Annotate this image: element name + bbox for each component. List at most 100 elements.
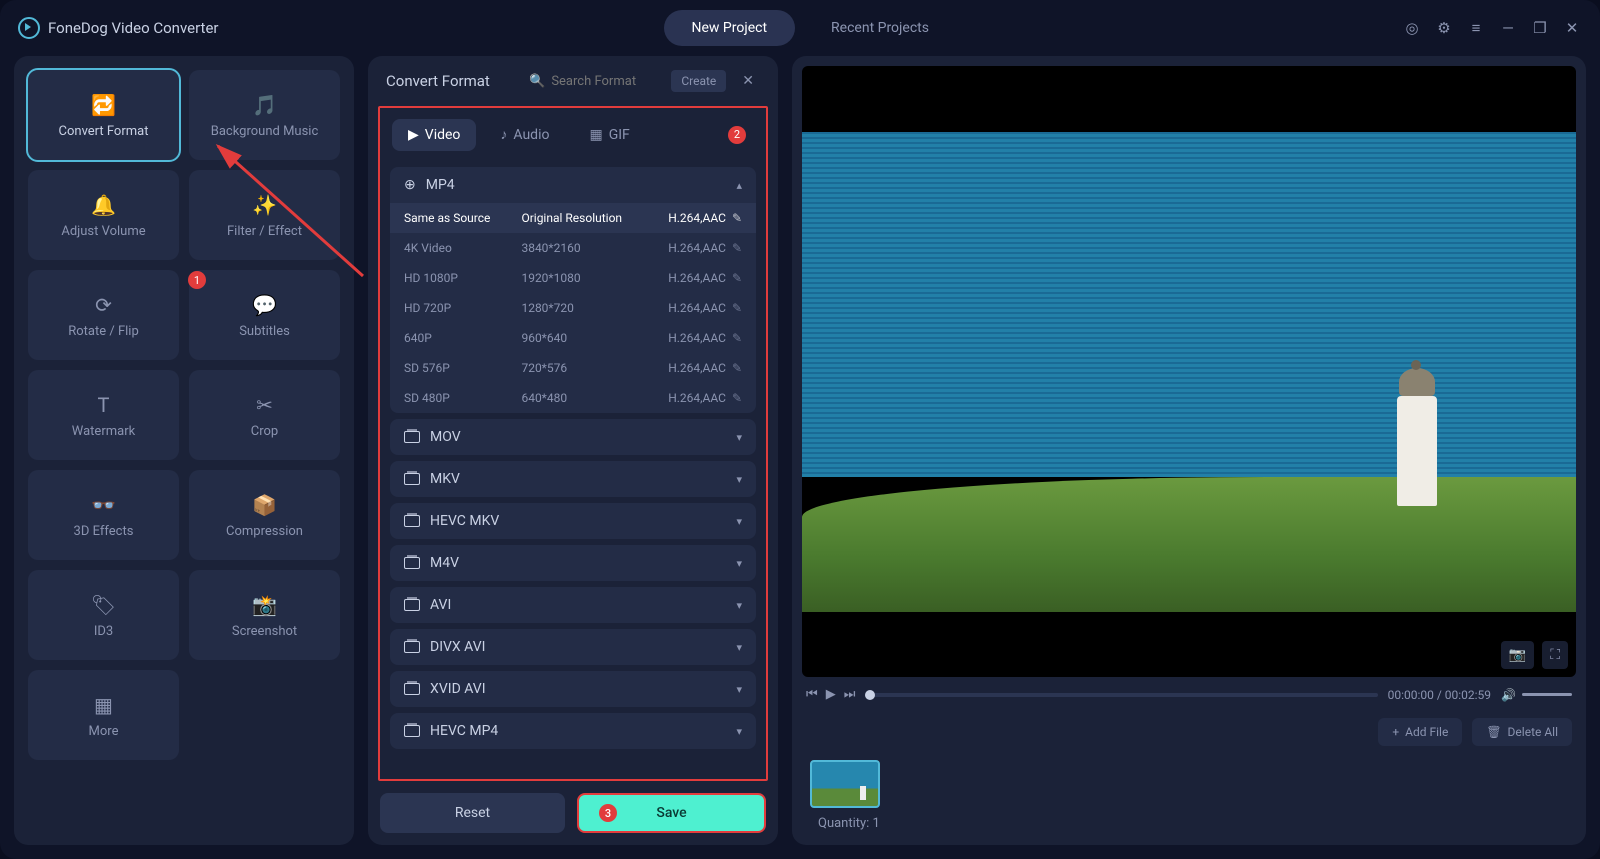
reset-button[interactable]: Reset — [380, 793, 565, 833]
video-preview[interactable]: 📷 ⛶ — [802, 66, 1576, 677]
delete-all-button[interactable]: 🗑Delete All — [1472, 718, 1572, 746]
tab-label: Audio — [513, 127, 549, 143]
format-header[interactable]: MOV▾ — [390, 419, 756, 455]
chevron-up-icon: ▴ — [736, 179, 742, 192]
tool-subtitles[interactable]: 💬Subtitles — [189, 270, 340, 360]
format-row[interactable]: SD 576P720*576H.264,AAC✎ — [390, 353, 756, 383]
format-row[interactable]: Same as SourceOriginal ResolutionH.264,A… — [390, 203, 756, 233]
volume-icon[interactable]: 🔊 — [1501, 688, 1516, 702]
account-icon[interactable]: ◎ — [1402, 19, 1422, 37]
format-header[interactable]: HEVC MP4▾ — [390, 713, 756, 749]
tool-id3[interactable]: 🏷ID3 — [28, 570, 179, 660]
tool-label: Compression — [226, 524, 303, 539]
prev-icon[interactable]: ⏮ — [806, 687, 818, 702]
save-button[interactable]: 3 Save — [577, 793, 766, 833]
film-icon — [404, 431, 420, 443]
format-header[interactable]: DIVX AVI ▾ — [390, 629, 756, 665]
tab-recent-projects[interactable]: Recent Projects — [803, 10, 957, 46]
format-row[interactable]: 640P960*640H.264,AAC✎ — [390, 323, 756, 353]
format-tab-audio[interactable]: ♪Audio — [484, 118, 565, 151]
film-icon — [404, 683, 420, 695]
snapshot-icon[interactable]: 📷 — [1501, 641, 1534, 669]
tool-filter-effect[interactable]: ✨Filter / Effect — [189, 170, 340, 260]
close-panel-icon[interactable]: ✕ — [736, 71, 760, 91]
edit-icon[interactable]: ✎ — [732, 301, 742, 315]
add-file-button[interactable]: +Add File — [1378, 718, 1462, 746]
tool-label: Screenshot — [232, 624, 297, 639]
format-name: MKV — [430, 471, 460, 487]
search-icon: 🔍 — [529, 74, 545, 89]
preset-name: 640P — [404, 331, 511, 345]
search-format[interactable]: 🔍 — [529, 74, 661, 89]
screenshot-icon: 📸 — [249, 592, 281, 618]
delete-all-label: Delete All — [1508, 725, 1558, 739]
edit-icon[interactable]: ✎ — [732, 271, 742, 285]
preset-name: HD 720P — [404, 301, 511, 315]
format-header[interactable]: HEVC MKV▾ — [390, 503, 756, 539]
gif-icon: ▦ — [589, 127, 602, 143]
minimize-icon[interactable]: — — [1498, 19, 1518, 37]
tool-crop[interactable]: ✂Crop — [189, 370, 340, 460]
edit-icon[interactable]: ✎ — [732, 331, 742, 345]
tool-background-music[interactable]: 🎵Background Music — [189, 70, 340, 160]
gear-icon[interactable]: ⚙ — [1434, 19, 1454, 37]
format-group: DIVX AVI ▾ — [390, 629, 756, 665]
tab-new-project[interactable]: New Project — [664, 10, 796, 46]
format-name: XVID AVI — [430, 681, 486, 697]
file-thumbnail[interactable] — [810, 760, 880, 808]
format-row[interactable]: 4K Video3840*2160H.264,AAC✎ — [390, 233, 756, 263]
tab-label: GIF — [609, 127, 630, 143]
preset-codec: H.264,AAC — [668, 391, 726, 405]
format-name: AVI — [430, 597, 451, 613]
id3-icon: 🏷 — [88, 592, 120, 618]
tool-convert-format[interactable]: 🔁Convert Format — [28, 70, 179, 160]
fullscreen-icon[interactable]: ⛶ — [1542, 641, 1568, 669]
tool-compression[interactable]: 📦Compression — [189, 470, 340, 560]
tool-adjust-volume[interactable]: 🔔Adjust Volume — [28, 170, 179, 260]
format-name: HEVC MKV — [430, 513, 499, 529]
preset-resolution: 720*576 — [521, 361, 658, 375]
menu-icon[interactable]: ≡ — [1466, 19, 1486, 37]
film-icon — [404, 557, 420, 569]
edit-icon[interactable]: ✎ — [732, 241, 742, 255]
chevron-down-icon: ▾ — [736, 641, 742, 654]
tool-more[interactable]: ▦More — [28, 670, 179, 760]
tool-label: Rotate / Flip — [68, 324, 139, 339]
preset-resolution: 960*640 — [521, 331, 658, 345]
film-icon — [404, 725, 420, 737]
volume-icon: 🔔 — [88, 192, 120, 218]
tool-rotate-flip[interactable]: ⟳Rotate / Flip — [28, 270, 179, 360]
tools-sidebar: 🔁Convert Format 🎵Background Music 🔔Adjus… — [14, 56, 354, 845]
format-tab-gif[interactable]: ▦ GIF — [573, 119, 645, 151]
format-header[interactable]: AVI▾ — [390, 587, 756, 623]
format-header[interactable]: XVID AVI▾ — [390, 671, 756, 707]
edit-icon[interactable]: ✎ — [732, 391, 742, 405]
volume-slider[interactable] — [1522, 693, 1572, 696]
format-row[interactable]: HD 1080P1920*1080H.264,AAC✎ — [390, 263, 756, 293]
filter-icon: ✨ — [249, 192, 281, 218]
seek-slider[interactable] — [865, 693, 1377, 697]
preset-resolution: 1280*720 — [521, 301, 658, 315]
play-icon[interactable]: ▶ — [826, 687, 836, 702]
format-header[interactable]: MKV▾ — [390, 461, 756, 497]
create-button[interactable]: Create — [671, 70, 726, 92]
close-icon[interactable]: ✕ — [1562, 19, 1582, 37]
format-row[interactable]: SD 480P640*480H.264,AAC✎ — [390, 383, 756, 413]
edit-icon[interactable]: ✎ — [732, 361, 742, 375]
format-row[interactable]: HD 720P1280*720H.264,AAC✎ — [390, 293, 756, 323]
tool-watermark[interactable]: TWatermark — [28, 370, 179, 460]
edit-icon[interactable]: ✎ — [732, 211, 742, 225]
convert-icon: 🔁 — [88, 92, 120, 118]
tool-3d-effects[interactable]: 👓3D Effects — [28, 470, 179, 560]
search-input[interactable] — [551, 74, 661, 89]
subtitles-icon: 💬 — [249, 292, 281, 318]
preset-resolution: 3840*2160 — [521, 241, 658, 255]
format-header-mp4[interactable]: ⊕ MP4 ▴ — [390, 167, 756, 203]
tool-screenshot[interactable]: 📸 Screenshot — [189, 570, 340, 660]
preset-resolution: Original Resolution — [521, 211, 658, 225]
next-icon[interactable]: ⏭ — [844, 687, 856, 702]
format-header[interactable]: M4V▾ — [390, 545, 756, 581]
format-name: DIVX AVI — [430, 639, 485, 655]
format-tab-video[interactable]: ▶Video — [392, 119, 476, 151]
maximize-icon[interactable]: ❐ — [1530, 19, 1550, 37]
